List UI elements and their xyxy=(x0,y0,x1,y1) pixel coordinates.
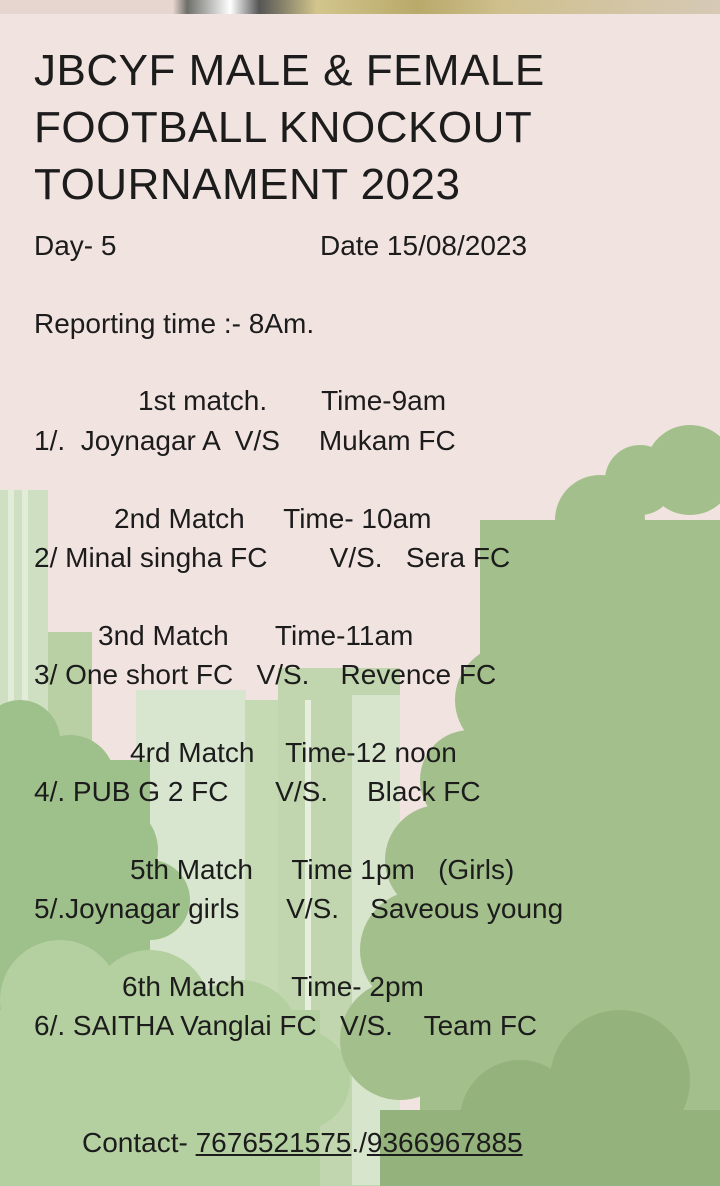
phone-link-1[interactable]: 7676521575 xyxy=(196,1127,352,1158)
match-teams-2: 2/ Minal singha FC V/S. Sera FC xyxy=(34,542,511,573)
contact-separator: ./ xyxy=(351,1127,367,1158)
reporting-time: Reporting time :- 8Am. xyxy=(34,308,315,339)
announcement-content: JBCYF MALE & FEMALE FOOTBALL KNOCKOUT TO… xyxy=(0,0,720,1186)
match-header-3: 3nd Match Time-11am xyxy=(98,620,414,651)
phone-link-2[interactable]: 9366967885 xyxy=(367,1127,523,1158)
match-header-4: 4rd Match Time-12 noon xyxy=(130,737,457,768)
match-teams-3: 3/ One short FC V/S. Revence FC xyxy=(34,659,497,690)
date-label: Date 15/08/2023 xyxy=(320,230,528,261)
tournament-title: JBCYF MALE & FEMALE FOOTBALL KNOCKOUT TO… xyxy=(34,46,545,209)
match-teams-4: 4/. PUB G 2 FC V/S. Black FC xyxy=(34,776,481,807)
contact-line: Contact- 7676521575./9366967885 xyxy=(82,1126,523,1160)
match-teams-5: 5/.Joynagar girls V/S. Saveous young xyxy=(34,893,564,924)
match-header-2: 2nd Match Time- 10am xyxy=(114,503,432,534)
match-teams-1: 1/. Joynagar A V/S Mukam FC xyxy=(34,425,456,456)
match-teams-6: 6/. SAITHA Vanglai FC V/S. Team FC xyxy=(34,1010,538,1041)
match-header-1: 1st match. Time-9am xyxy=(138,385,447,416)
contact-prefix: Contact- xyxy=(82,1127,196,1158)
day-label: Day- 5 xyxy=(34,230,117,261)
match-header-6: 6th Match Time- 2pm xyxy=(122,971,424,1002)
match-header-5: 5th Match Time 1pm (Girls) xyxy=(130,854,515,885)
